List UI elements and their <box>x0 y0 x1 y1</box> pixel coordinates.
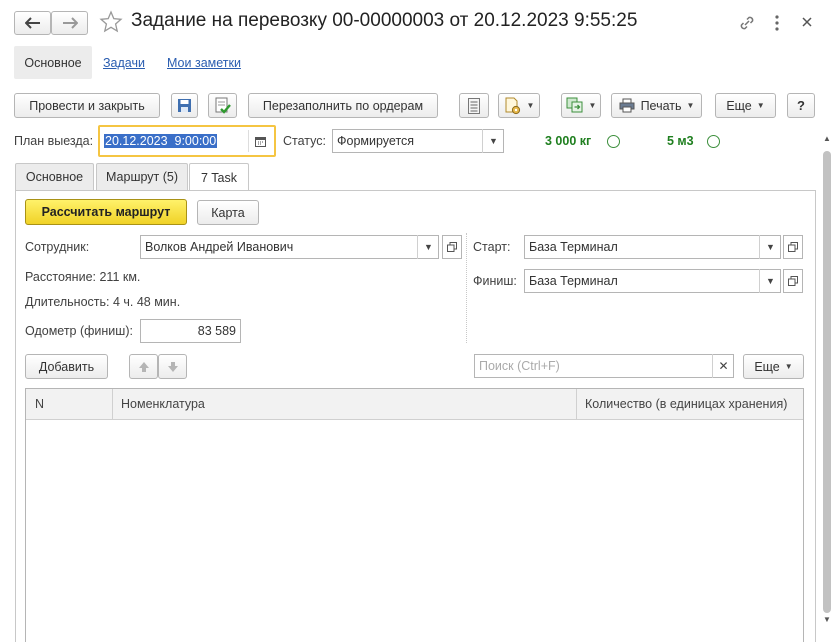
column-header-nomenclature[interactable]: Номенклатура <box>121 397 205 411</box>
column-header-n[interactable]: N <box>35 397 44 411</box>
status-select[interactable]: Формируется ▼ <box>332 129 504 153</box>
link-icon[interactable] <box>738 14 756 32</box>
table-more-label: Еще <box>754 359 780 374</box>
finish-label: Финиш: <box>473 274 517 288</box>
post-button[interactable] <box>208 93 237 118</box>
finish-open-button[interactable] <box>783 269 803 293</box>
duration-text: Длительность: 4 ч. 48 мин. <box>25 295 181 309</box>
chevron-down-icon: ▼ <box>526 101 535 110</box>
calendar-icon[interactable] <box>248 130 272 152</box>
create-based-on-button[interactable]: ▼ <box>498 93 540 118</box>
chevron-down-icon[interactable]: ▼ <box>759 235 781 259</box>
open-window-icon <box>788 242 798 252</box>
refill-by-orders-button[interactable]: Перезаполнить по ордерам <box>248 93 438 118</box>
volume-status-circle-icon <box>707 135 720 148</box>
post-document-icon <box>215 97 231 114</box>
volume-indicator: 5 м3 <box>667 134 694 148</box>
close-icon[interactable] <box>799 14 815 30</box>
list-button[interactable] <box>459 93 489 118</box>
arrow-right-icon <box>62 17 78 29</box>
odometer-value: 83 589 <box>197 324 236 338</box>
nav-item-main[interactable]: Основное <box>14 46 92 79</box>
calculate-route-button[interactable]: Рассчитать маршрут <box>25 199 187 225</box>
scrollbar-thumb[interactable] <box>823 151 831 613</box>
search-placeholder: Поиск (Ctrl+F) <box>479 359 560 373</box>
start-label: Старт: <box>473 240 511 254</box>
odometer-input[interactable]: 83 589 <box>140 319 241 343</box>
nav-item-tasks[interactable]: Задачи <box>103 56 145 70</box>
tab-main-label: Основное <box>25 170 84 184</box>
window-title: Задание на перевозку 00-00000003 от 20.1… <box>131 10 638 31</box>
open-window-icon <box>788 276 798 286</box>
chevron-down-icon: ▼ <box>756 101 765 110</box>
scroll-up-arrow-icon[interactable]: ▲ <box>823 134 831 143</box>
weight-status-circle-icon <box>607 135 620 148</box>
chevron-down-icon: ▼ <box>686 101 695 110</box>
start-open-button[interactable] <box>783 235 803 259</box>
more-actions-button[interactable]: Еще ▼ <box>715 93 776 118</box>
distance-text: Расстояние: 211 км. <box>25 270 141 284</box>
finish-field[interactable]: База Терминал ▼ <box>524 269 781 293</box>
chevron-down-icon[interactable]: ▼ <box>417 235 439 259</box>
chevron-down-icon: ▼ <box>588 101 597 110</box>
employee-open-button[interactable] <box>442 235 462 259</box>
back-button[interactable] <box>14 11 51 35</box>
chevron-down-icon[interactable]: ▼ <box>759 269 781 293</box>
printer-icon <box>619 98 635 113</box>
move-up-button[interactable] <box>129 354 158 379</box>
print-button-label: Печать <box>640 98 682 113</box>
table-more-button[interactable]: Еще ▼ <box>743 354 804 379</box>
arrow-down-icon <box>167 361 178 372</box>
scroll-down-arrow-icon[interactable]: ▼ <box>823 615 831 624</box>
save-icon <box>178 99 191 112</box>
start-value: База Терминал <box>529 240 618 254</box>
status-value: Формируется <box>337 134 415 148</box>
employee-label: Сотрудник: <box>25 240 90 254</box>
forward-button[interactable] <box>51 11 88 35</box>
arrow-left-icon <box>24 17 40 29</box>
clear-search-icon[interactable]: ✕ <box>712 354 734 378</box>
search-input[interactable]: Поиск (Ctrl+F) ✕ <box>474 354 734 378</box>
document-gear-icon <box>505 97 520 114</box>
more-actions-label: Еще <box>726 98 752 113</box>
start-field[interactable]: База Терминал ▼ <box>524 235 781 259</box>
tab-route[interactable]: Маршрут (5) <box>96 163 188 190</box>
print-button[interactable]: Печать ▼ <box>611 93 702 118</box>
related-documents-button[interactable]: ▼ <box>561 93 601 118</box>
nav-item-notes[interactable]: Мои заметки <box>167 56 241 70</box>
favorite-star-icon[interactable] <box>99 10 123 34</box>
more-vertical-icon[interactable] <box>770 13 784 33</box>
move-down-button[interactable] <box>158 354 187 379</box>
arrow-up-icon <box>138 361 149 372</box>
employee-field[interactable]: Волков Андрей Иванович ▼ <box>140 235 439 259</box>
odometer-label: Одометр (финиш): <box>25 324 133 338</box>
column-divider <box>466 233 467 343</box>
add-row-button[interactable]: Добавить <box>25 354 108 379</box>
tab-task-label: 7 Task <box>201 170 237 185</box>
vertical-scrollbar[interactable]: ▲ ▼ <box>821 134 833 634</box>
chevron-down-icon: ▼ <box>784 362 793 371</box>
employee-value: Волков Андрей Иванович <box>145 240 294 254</box>
save-button[interactable] <box>171 93 198 118</box>
open-window-icon <box>447 242 457 252</box>
weight-indicator: 3 000 кг <box>545 134 592 148</box>
nav-item-main-label: Основное <box>24 55 82 70</box>
related-documents-icon <box>566 97 583 113</box>
plan-departure-value: 20.12.2023 9:00:00 <box>104 134 218 148</box>
help-button[interactable]: ? <box>787 93 815 118</box>
status-label: Статус: <box>283 134 326 148</box>
goods-table[interactable]: N Номенклатура Количество (в единицах хр… <box>25 388 804 642</box>
list-icon <box>468 97 480 114</box>
tab-main[interactable]: Основное <box>15 163 94 190</box>
column-header-quantity[interactable]: Количество (в единицах хранения) <box>585 397 787 411</box>
plan-departure-field[interactable]: 20.12.2023 9:00:00 <box>98 125 276 157</box>
tab-route-label: Маршрут (5) <box>105 170 179 184</box>
finish-value: База Терминал <box>529 274 618 288</box>
tab-task[interactable]: 7 Task <box>189 163 249 191</box>
plan-departure-label: План выезда: <box>14 134 94 148</box>
table-header: N Номенклатура Количество (в единицах хр… <box>26 389 803 420</box>
map-button[interactable]: Карта <box>197 200 259 225</box>
post-and-close-button[interactable]: Провести и закрыть <box>14 93 160 118</box>
chevron-down-icon[interactable]: ▼ <box>482 129 504 153</box>
